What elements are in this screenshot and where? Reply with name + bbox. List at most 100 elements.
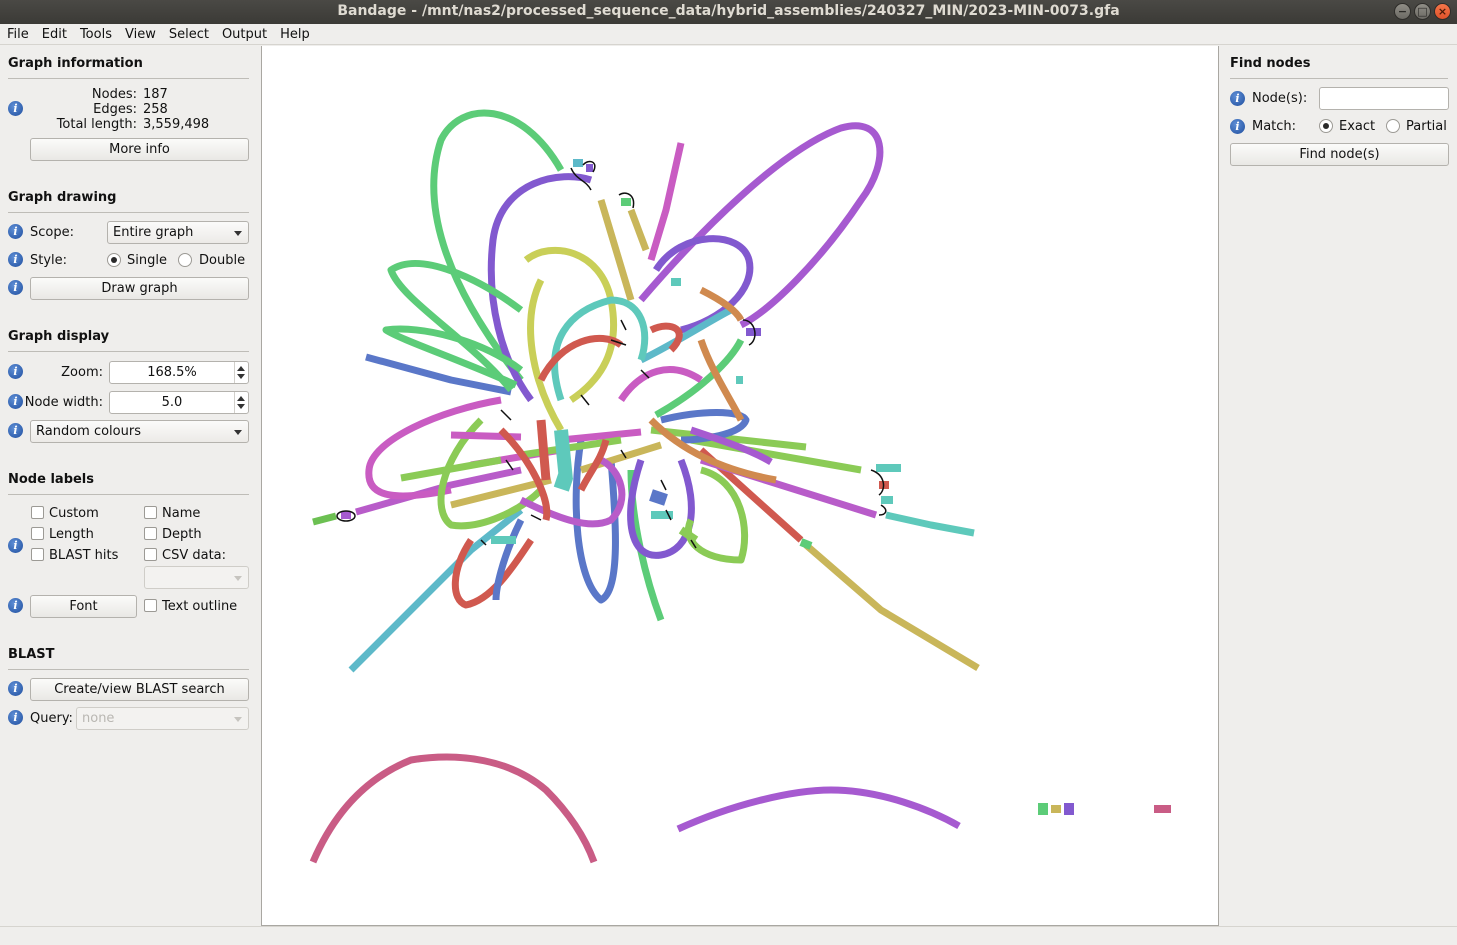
blast-title: BLAST <box>8 647 55 662</box>
style-double-radio[interactable] <box>178 253 192 267</box>
graph-node[interactable] <box>649 489 668 506</box>
node-labels-title: Node labels <box>8 472 95 487</box>
blast-hits-checkbox[interactable] <box>31 548 44 561</box>
name-label[interactable]: Name <box>162 506 200 521</box>
info-icon[interactable]: i <box>8 280 23 295</box>
csv-data-checkbox[interactable] <box>144 548 157 561</box>
info-icon[interactable]: i <box>8 224 23 239</box>
chevron-down-icon <box>234 231 242 236</box>
match-partial-label[interactable]: Partial <box>1406 119 1447 134</box>
info-icon[interactable]: i <box>8 252 23 267</box>
menu-bar: File Edit Tools View Select Output Help <box>0 24 1457 45</box>
menu-help[interactable]: Help <box>274 24 317 44</box>
style-single-radio[interactable] <box>107 253 121 267</box>
graph-node[interactable] <box>799 538 813 550</box>
length-label[interactable]: Length <box>49 527 94 542</box>
spin-up-icon[interactable] <box>237 396 245 401</box>
divider <box>8 494 249 495</box>
close-button[interactable]: × <box>1434 3 1451 20</box>
draw-graph-button[interactable]: Draw graph <box>30 277 249 300</box>
menu-select[interactable]: Select <box>163 24 216 44</box>
graph-edge <box>878 504 887 516</box>
graph-node[interactable] <box>639 306 733 364</box>
info-icon[interactable]: i <box>8 598 23 613</box>
graph-node[interactable] <box>536 419 551 481</box>
status-bar <box>0 926 1457 945</box>
graph-node[interactable] <box>647 142 685 262</box>
csv-data-label[interactable]: CSV data: <box>162 548 226 563</box>
scope-value: Entire graph <box>113 225 194 240</box>
graph-node[interactable] <box>803 542 980 672</box>
window-title-bar[interactable]: Bandage - /mnt/nas2/processed_sequence_d… <box>0 0 1457 24</box>
custom-checkbox[interactable] <box>31 506 44 519</box>
find-nodes-title: Find nodes <box>1230 56 1311 71</box>
scope-label: Scope: <box>30 225 74 240</box>
menu-tools[interactable]: Tools <box>74 24 119 44</box>
maximize-button[interactable]: □ <box>1414 3 1431 20</box>
zoom-label: Zoom: <box>61 365 103 380</box>
menu-view[interactable]: View <box>119 24 163 44</box>
custom-label[interactable]: Custom <box>49 506 99 521</box>
chevron-down-icon <box>234 430 242 435</box>
divider <box>8 78 249 79</box>
chevron-down-icon <box>234 717 242 722</box>
text-outline-checkbox[interactable] <box>144 599 157 612</box>
assembly-graph[interactable] <box>262 46 1220 926</box>
blast-search-button[interactable]: Create/view BLAST search <box>30 678 249 701</box>
info-icon[interactable]: i <box>1230 119 1245 134</box>
text-outline-label[interactable]: Text outline <box>162 599 237 614</box>
info-icon[interactable]: i <box>8 423 23 438</box>
graph-drawing-title: Graph drawing <box>8 190 117 205</box>
graph-node[interactable] <box>676 786 961 833</box>
menu-output[interactable]: Output <box>216 24 274 44</box>
blast-hits-label[interactable]: BLAST hits <box>49 548 118 563</box>
match-partial-radio[interactable] <box>1386 119 1400 133</box>
font-button[interactable]: Font <box>30 595 137 618</box>
info-icon[interactable]: i <box>8 538 23 553</box>
style-single-label[interactable]: Single <box>127 253 167 268</box>
divider <box>8 669 249 670</box>
spin-up-icon[interactable] <box>237 366 245 371</box>
graph-node[interactable] <box>553 429 574 492</box>
spin-down-icon[interactable] <box>237 404 245 409</box>
graph-node[interactable] <box>885 511 975 537</box>
total-length-label: Total length: <box>56 117 137 132</box>
more-info-button[interactable]: More info <box>30 138 249 161</box>
depth-checkbox[interactable] <box>144 527 157 540</box>
divider <box>1230 78 1448 79</box>
find-nodes-button[interactable]: Find node(s) <box>1230 143 1449 166</box>
match-label: Match: <box>1252 119 1297 134</box>
find-nodes-panel: Find nodes i Node(s): i Match: Exact Par… <box>1219 46 1457 926</box>
info-icon[interactable]: i <box>8 710 23 725</box>
graph-node[interactable] <box>309 753 598 864</box>
colour-scheme-dropdown[interactable]: Random colours <box>30 420 249 443</box>
query-dropdown: none <box>76 707 249 730</box>
info-icon[interactable]: i <box>8 681 23 696</box>
graph-node[interactable] <box>312 512 337 526</box>
edges-value: 258 <box>143 102 168 117</box>
graph-display-title: Graph display <box>8 329 110 344</box>
node-width-spinbox[interactable]: 5.0 <box>109 391 249 414</box>
graph-node[interactable] <box>627 208 650 252</box>
left-control-panel: Graph information i Nodes: 187 Edges: 25… <box>0 46 261 926</box>
spin-down-icon[interactable] <box>237 374 245 379</box>
zoom-spinbox[interactable]: 168.5% <box>109 361 249 384</box>
match-exact-label[interactable]: Exact <box>1339 119 1375 134</box>
find-nodes-input[interactable] <box>1319 87 1449 110</box>
depth-label[interactable]: Depth <box>162 527 202 542</box>
minimize-button[interactable]: − <box>1394 3 1411 20</box>
length-checkbox[interactable] <box>31 527 44 540</box>
graph-canvas[interactable] <box>261 46 1219 926</box>
nodes-label: Nodes: <box>91 87 137 102</box>
style-double-label[interactable]: Double <box>199 253 245 268</box>
divider <box>8 351 249 352</box>
scope-dropdown[interactable]: Entire graph <box>107 221 249 244</box>
menu-file[interactable]: File <box>1 24 36 44</box>
style-label: Style: <box>30 253 68 268</box>
menu-edit[interactable]: Edit <box>36 24 74 44</box>
info-icon[interactable]: i <box>1230 91 1245 106</box>
node-width-value: 5.0 <box>161 395 183 410</box>
name-checkbox[interactable] <box>144 506 157 519</box>
match-exact-radio[interactable] <box>1319 119 1333 133</box>
query-value: none <box>82 711 115 726</box>
